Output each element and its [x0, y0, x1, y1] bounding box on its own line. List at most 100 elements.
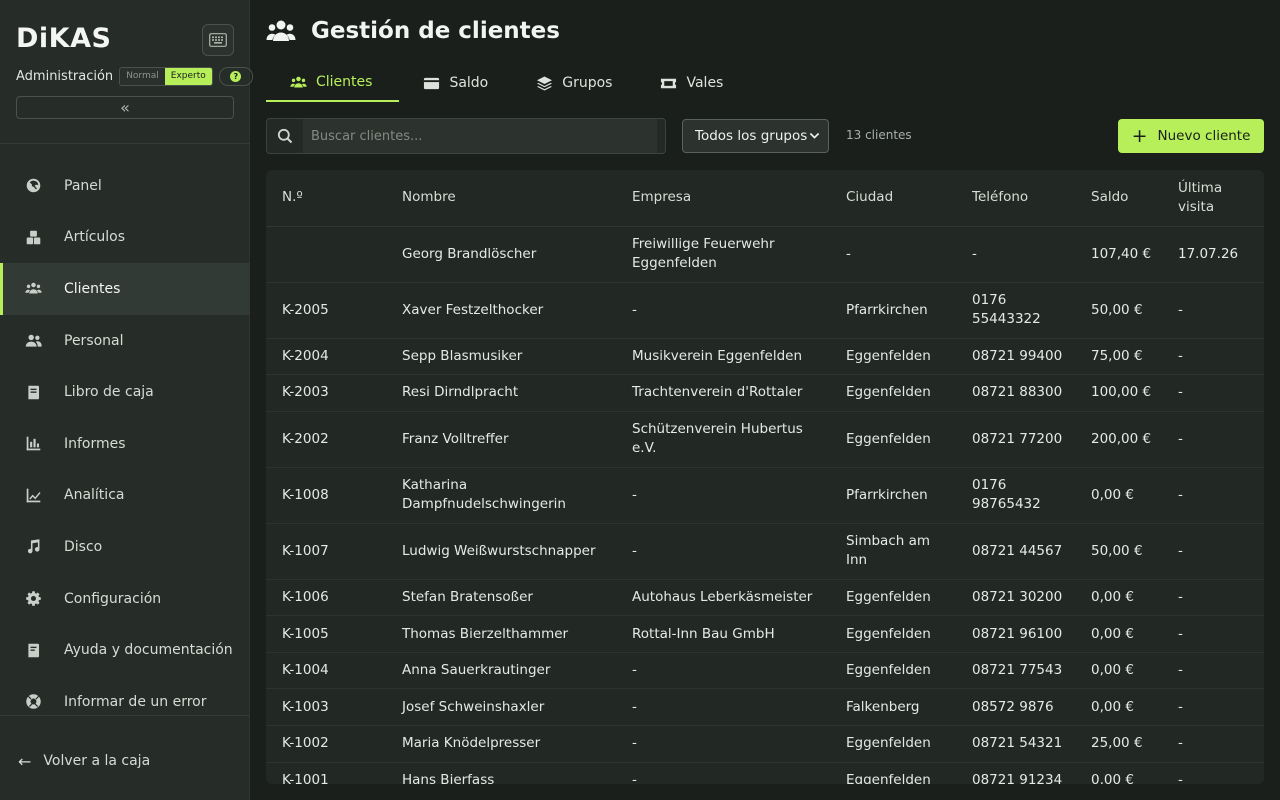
- table-cell: -: [1162, 579, 1264, 617]
- table-row[interactable]: K-1006 Stefan Bratensoßer Autohaus Leberkä…: [266, 579, 1264, 617]
- sidebar-item-informes[interactable]: Informes: [0, 418, 250, 470]
- tab-label: Grupos: [562, 75, 613, 91]
- divider: [0, 715, 250, 716]
- gear-icon: [24, 590, 42, 608]
- sidebar-item-clientes[interactable]: Clientes: [0, 263, 250, 315]
- table-cell: 0,00 €: [1075, 579, 1162, 617]
- sidebar-item-label: Analítica: [64, 487, 125, 504]
- sidebar-item-label: Informes: [64, 435, 126, 452]
- table-cell: -: [1162, 411, 1264, 468]
- table-cell: Eggenfelden: [830, 652, 956, 690]
- table-cell: Simbach am Inn: [830, 523, 956, 580]
- new-client-label: Nuevo cliente: [1157, 128, 1251, 144]
- table-cell: 08721 44567: [956, 523, 1075, 580]
- table-row[interactable]: K-2002 Franz Volltreffer Schützenverein Hu…: [266, 411, 1264, 468]
- column-header[interactable]: Saldo: [1075, 170, 1162, 227]
- tab-saldo[interactable]: Saldo: [399, 64, 512, 102]
- table-cell: Trachtenverein d'Rottaler: [616, 374, 830, 412]
- sidebar-item-libro-de-caja[interactable]: Libro de caja: [0, 366, 250, 418]
- sidebar-item-personal[interactable]: Personal: [0, 315, 250, 367]
- tab-grupos[interactable]: Grupos: [512, 64, 636, 102]
- table-row[interactable]: K-1008 Katharina Dampfnudelschwingerin - Pf…: [266, 467, 1264, 524]
- table-cell: Josef Schweinshaxler: [386, 688, 616, 727]
- sidebar-item-disco[interactable]: Disco: [0, 521, 250, 573]
- search-input[interactable]: [303, 119, 657, 153]
- mode-toggle[interactable]: Normal Experto: [119, 66, 213, 86]
- table-cell: K-1006: [266, 579, 386, 617]
- mode-normal-option[interactable]: Normal: [120, 67, 165, 85]
- table-cell: Resi Dirndlpracht: [386, 374, 616, 412]
- table-cell: 08721 77200: [956, 411, 1075, 468]
- table-cell: 50,00 €: [1075, 523, 1162, 580]
- sidebar-item-configuracion[interactable]: Configuración: [0, 573, 250, 625]
- table-cell: K-1008: [266, 467, 386, 524]
- table-cell: 0,00 €: [1075, 467, 1162, 524]
- table-row[interactable]: K-1003 Josef Schweinshaxler - Falkenberg 085…: [266, 688, 1264, 727]
- table-row[interactable]: K-1007 Ludwig Weißwurstschnapper - Simbach …: [266, 523, 1264, 580]
- table-cell: Ludwig Weißwurstschnapper: [386, 523, 616, 580]
- table-cell: 0176 98765432: [956, 467, 1075, 524]
- table-row[interactable]: Georg Brandlöscher Freiwillige Feuerwehr …: [266, 226, 1264, 283]
- table-cell: 17.07.26: [1162, 226, 1264, 283]
- back-to-pos-link[interactable]: ← Volver a la caja: [18, 750, 150, 772]
- mode-expert-option[interactable]: Experto: [164, 67, 212, 85]
- column-header[interactable]: Última visita: [1162, 170, 1264, 227]
- table-row[interactable]: K-2003 Resi Dirndlpracht Trachtenverein d'…: [266, 374, 1264, 412]
- column-header[interactable]: N.º: [266, 170, 386, 227]
- keyboard-button[interactable]: [202, 24, 234, 56]
- table-cell: K-1007: [266, 523, 386, 580]
- table-cell: -: [1162, 688, 1264, 727]
- table-cell: 08721 96100: [956, 615, 1075, 653]
- admin-label: Administración: [16, 68, 114, 84]
- table-cell: Eggenfelden: [830, 762, 956, 784]
- admin-mode-row: Administración Normal Experto ?: [16, 66, 253, 86]
- table-cell: Eggenfelden: [830, 615, 956, 653]
- table-row[interactable]: K-1002 Maria Knödelpresser - Eggenfelden 087…: [266, 725, 1264, 763]
- table-row[interactable]: K-2004 Sepp Blasmusiker Musikverein Eggenf…: [266, 338, 1264, 376]
- tab-vales[interactable]: Vales: [636, 64, 747, 102]
- table-cell: 08572 9876: [956, 688, 1075, 727]
- table-row[interactable]: K-2005 Xaver Festzelthocker - Pfarrkirchen 0…: [266, 282, 1264, 339]
- group-filter-select[interactable]: Todos los grupos: [682, 119, 829, 153]
- main-content: Gestión de clientes Clientes Saldo Grupo…: [251, 0, 1280, 800]
- new-client-button[interactable]: + Nuevo cliente: [1118, 119, 1264, 153]
- chevron-down-icon: [809, 132, 820, 139]
- tab-label: Saldo: [449, 75, 489, 91]
- help-book-icon: [24, 641, 42, 659]
- arrow-left-icon: ←: [18, 751, 32, 771]
- sidebar-item-analitica[interactable]: Analítica: [0, 470, 250, 522]
- table-cell: 200,00 €: [1075, 411, 1162, 468]
- table-cell: -: [1162, 615, 1264, 653]
- sidebar-item-label: Configuración: [64, 590, 162, 607]
- divider: [0, 143, 250, 144]
- sidebar-item-informar-error[interactable]: Informar de un error: [0, 676, 250, 728]
- sidebar-item-panel[interactable]: Panel: [0, 160, 250, 212]
- table-row[interactable]: K-1005 Thomas Bierzelthammer Rottal-Inn Ba…: [266, 615, 1264, 653]
- column-header[interactable]: Nombre: [386, 170, 616, 227]
- client-count: 13 clientes: [846, 128, 912, 142]
- table-cell: -: [1162, 725, 1264, 763]
- table-cell: -: [1162, 762, 1264, 784]
- table-cell: 0,00 €: [1075, 688, 1162, 727]
- page-title: Gestión de clientes: [311, 18, 560, 44]
- dashboard-icon: [24, 177, 42, 195]
- table-cell: 25,00 €: [1075, 725, 1162, 763]
- table-cell: -: [616, 652, 830, 690]
- column-header[interactable]: Teléfono: [956, 170, 1075, 227]
- column-header[interactable]: Ciudad: [830, 170, 956, 227]
- collapse-sidebar-button[interactable]: «: [16, 96, 234, 119]
- help-toggle[interactable]: ?: [218, 66, 253, 86]
- table-cell: -: [616, 282, 830, 339]
- table-row[interactable]: K-1004 Anna Sauerkrautinger - Eggenfelden 08…: [266, 652, 1264, 690]
- clients-table-container: N.º Nombre Empresa Ciudad Teléfono Saldo…: [266, 170, 1264, 784]
- table-cell: 08721 91234: [956, 762, 1075, 784]
- sidebar-item-ayuda[interactable]: Ayuda y documentación: [0, 624, 250, 676]
- layers-icon: [537, 75, 553, 91]
- table-cell: -: [1162, 338, 1264, 376]
- table-cell: Katharina Dampfnudelschwingerin: [386, 467, 616, 524]
- sidebar-item-articulos[interactable]: Artículos: [0, 212, 250, 264]
- column-header[interactable]: Empresa: [616, 170, 830, 227]
- search-icon: [267, 119, 303, 153]
- tab-clientes[interactable]: Clientes: [266, 64, 400, 102]
- table-row[interactable]: K-1001 Hans Bierfass - Eggenfelden 08721 912…: [266, 762, 1264, 784]
